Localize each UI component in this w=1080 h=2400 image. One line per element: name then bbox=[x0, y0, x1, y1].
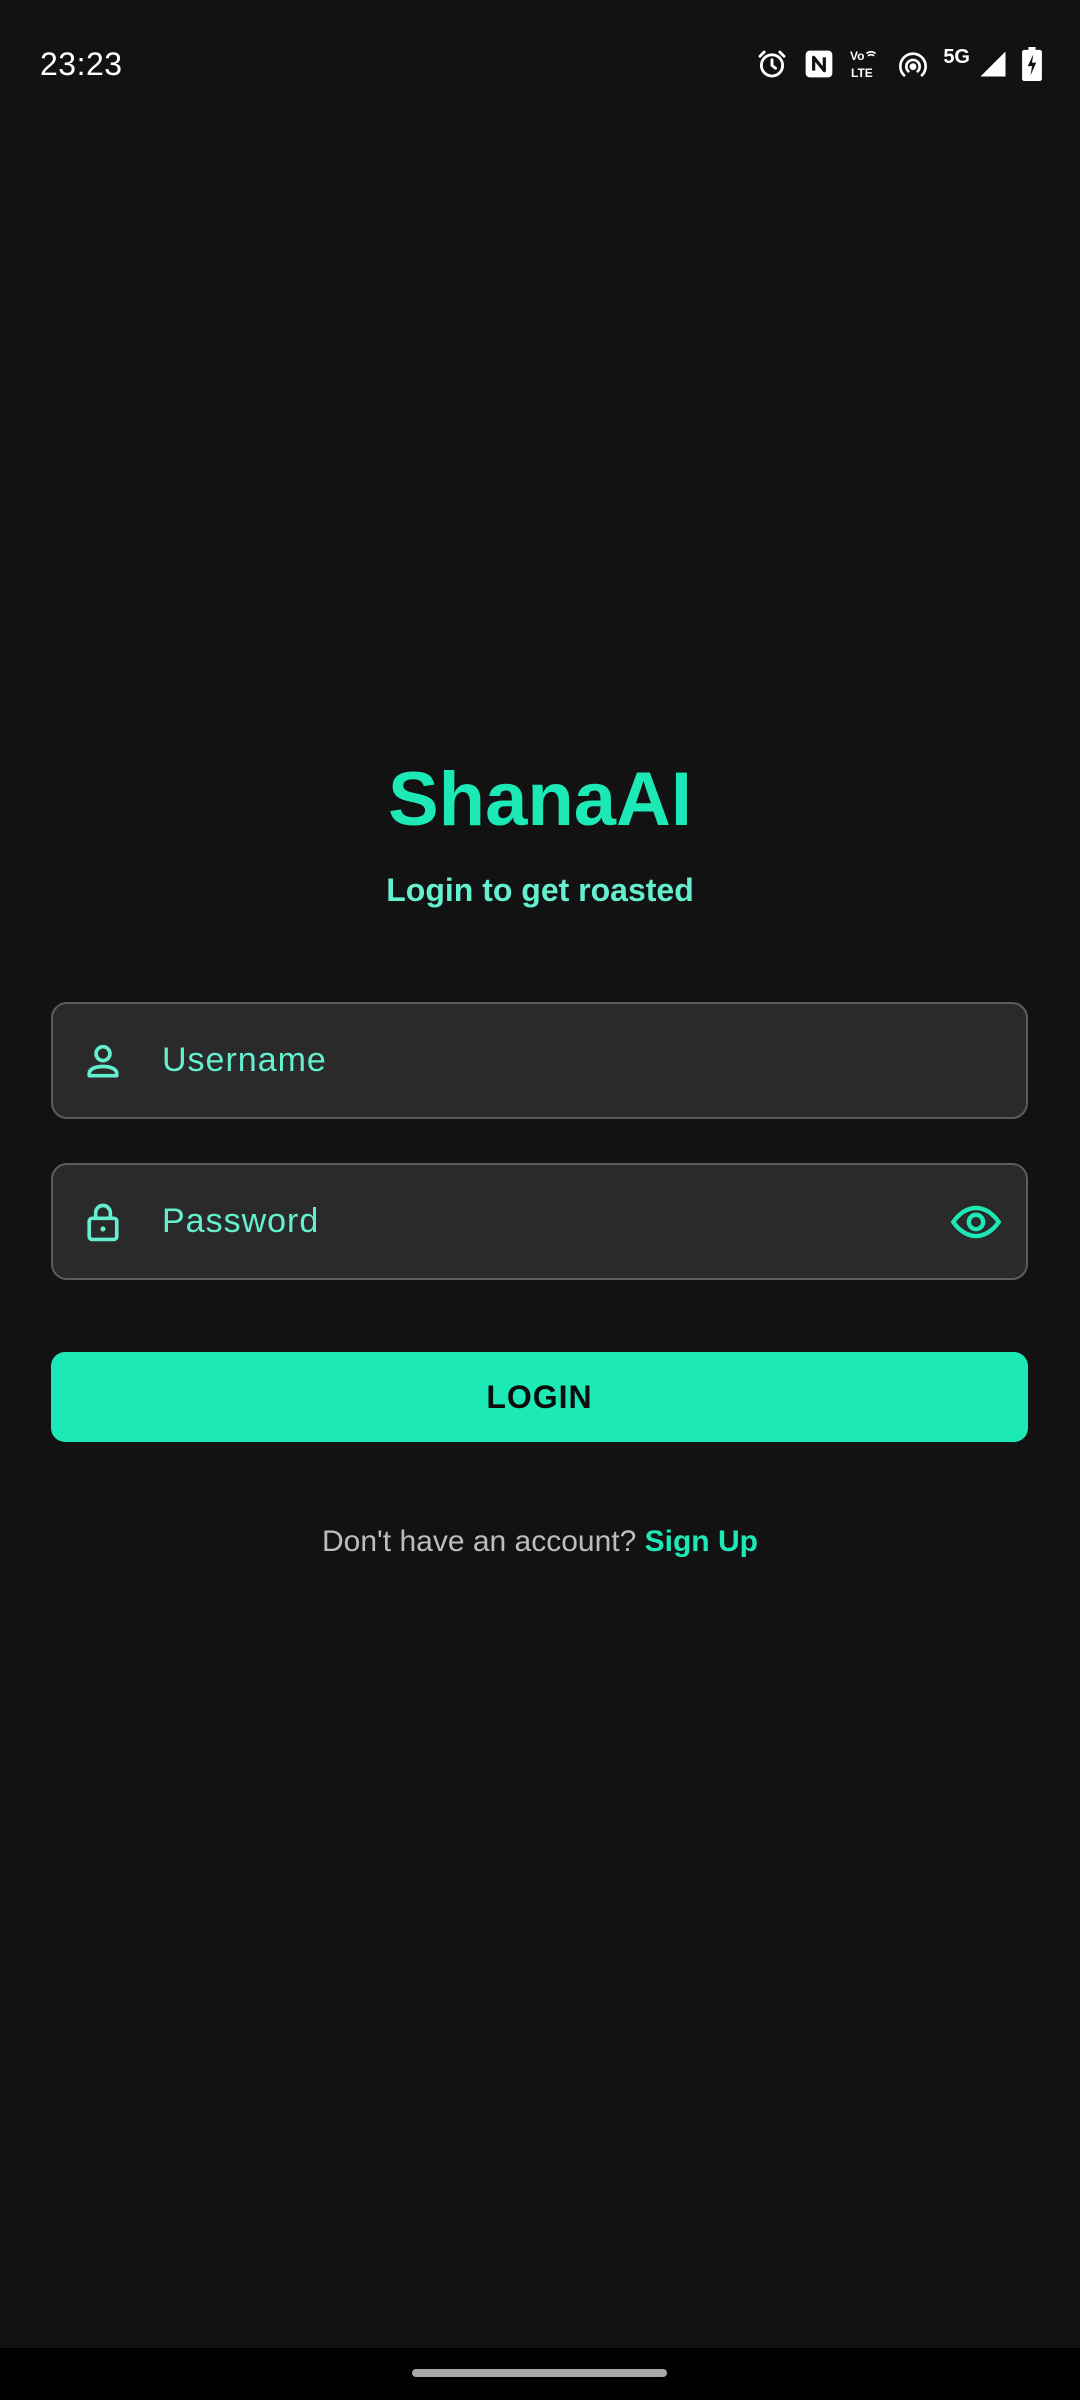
battery-charging-icon bbox=[1022, 47, 1042, 81]
svg-text:LTE: LTE bbox=[851, 66, 873, 80]
password-input[interactable] bbox=[162, 1165, 926, 1278]
username-field[interactable] bbox=[51, 1002, 1028, 1119]
status-time: 23:23 bbox=[40, 46, 123, 82]
hotspot-icon bbox=[897, 48, 929, 80]
volte-icon: Vo LTE bbox=[849, 47, 883, 81]
signup-row: Don't have an account? Sign Up bbox=[0, 1520, 1080, 1564]
signup-prompt: Don't have an account? bbox=[322, 1525, 645, 1558]
signup-link[interactable]: Sign Up bbox=[645, 1525, 758, 1558]
app-subtitle: Login to get roasted bbox=[386, 872, 694, 908]
status-icons: Vo LTE 5G bbox=[755, 44, 1042, 84]
username-input[interactable] bbox=[162, 1004, 926, 1117]
network-type-label: 5G bbox=[943, 46, 970, 68]
lock-icon bbox=[81, 1200, 125, 1244]
password-field[interactable] bbox=[51, 1163, 1028, 1280]
signal-icon bbox=[978, 49, 1008, 79]
nfc-icon bbox=[803, 48, 835, 80]
alarm-icon bbox=[755, 47, 789, 81]
navigation-bar bbox=[0, 2348, 1080, 2400]
app-title: ShanaAI bbox=[387, 757, 693, 842]
eye-icon[interactable] bbox=[950, 1196, 1002, 1248]
svg-text:Vo: Vo bbox=[850, 49, 864, 63]
login-button[interactable]: LOGIN bbox=[51, 1352, 1028, 1442]
person-icon bbox=[81, 1039, 125, 1083]
status-bar: 23:23 Vo LTE 5G bbox=[0, 0, 1080, 128]
home-indicator[interactable] bbox=[412, 2369, 667, 2377]
